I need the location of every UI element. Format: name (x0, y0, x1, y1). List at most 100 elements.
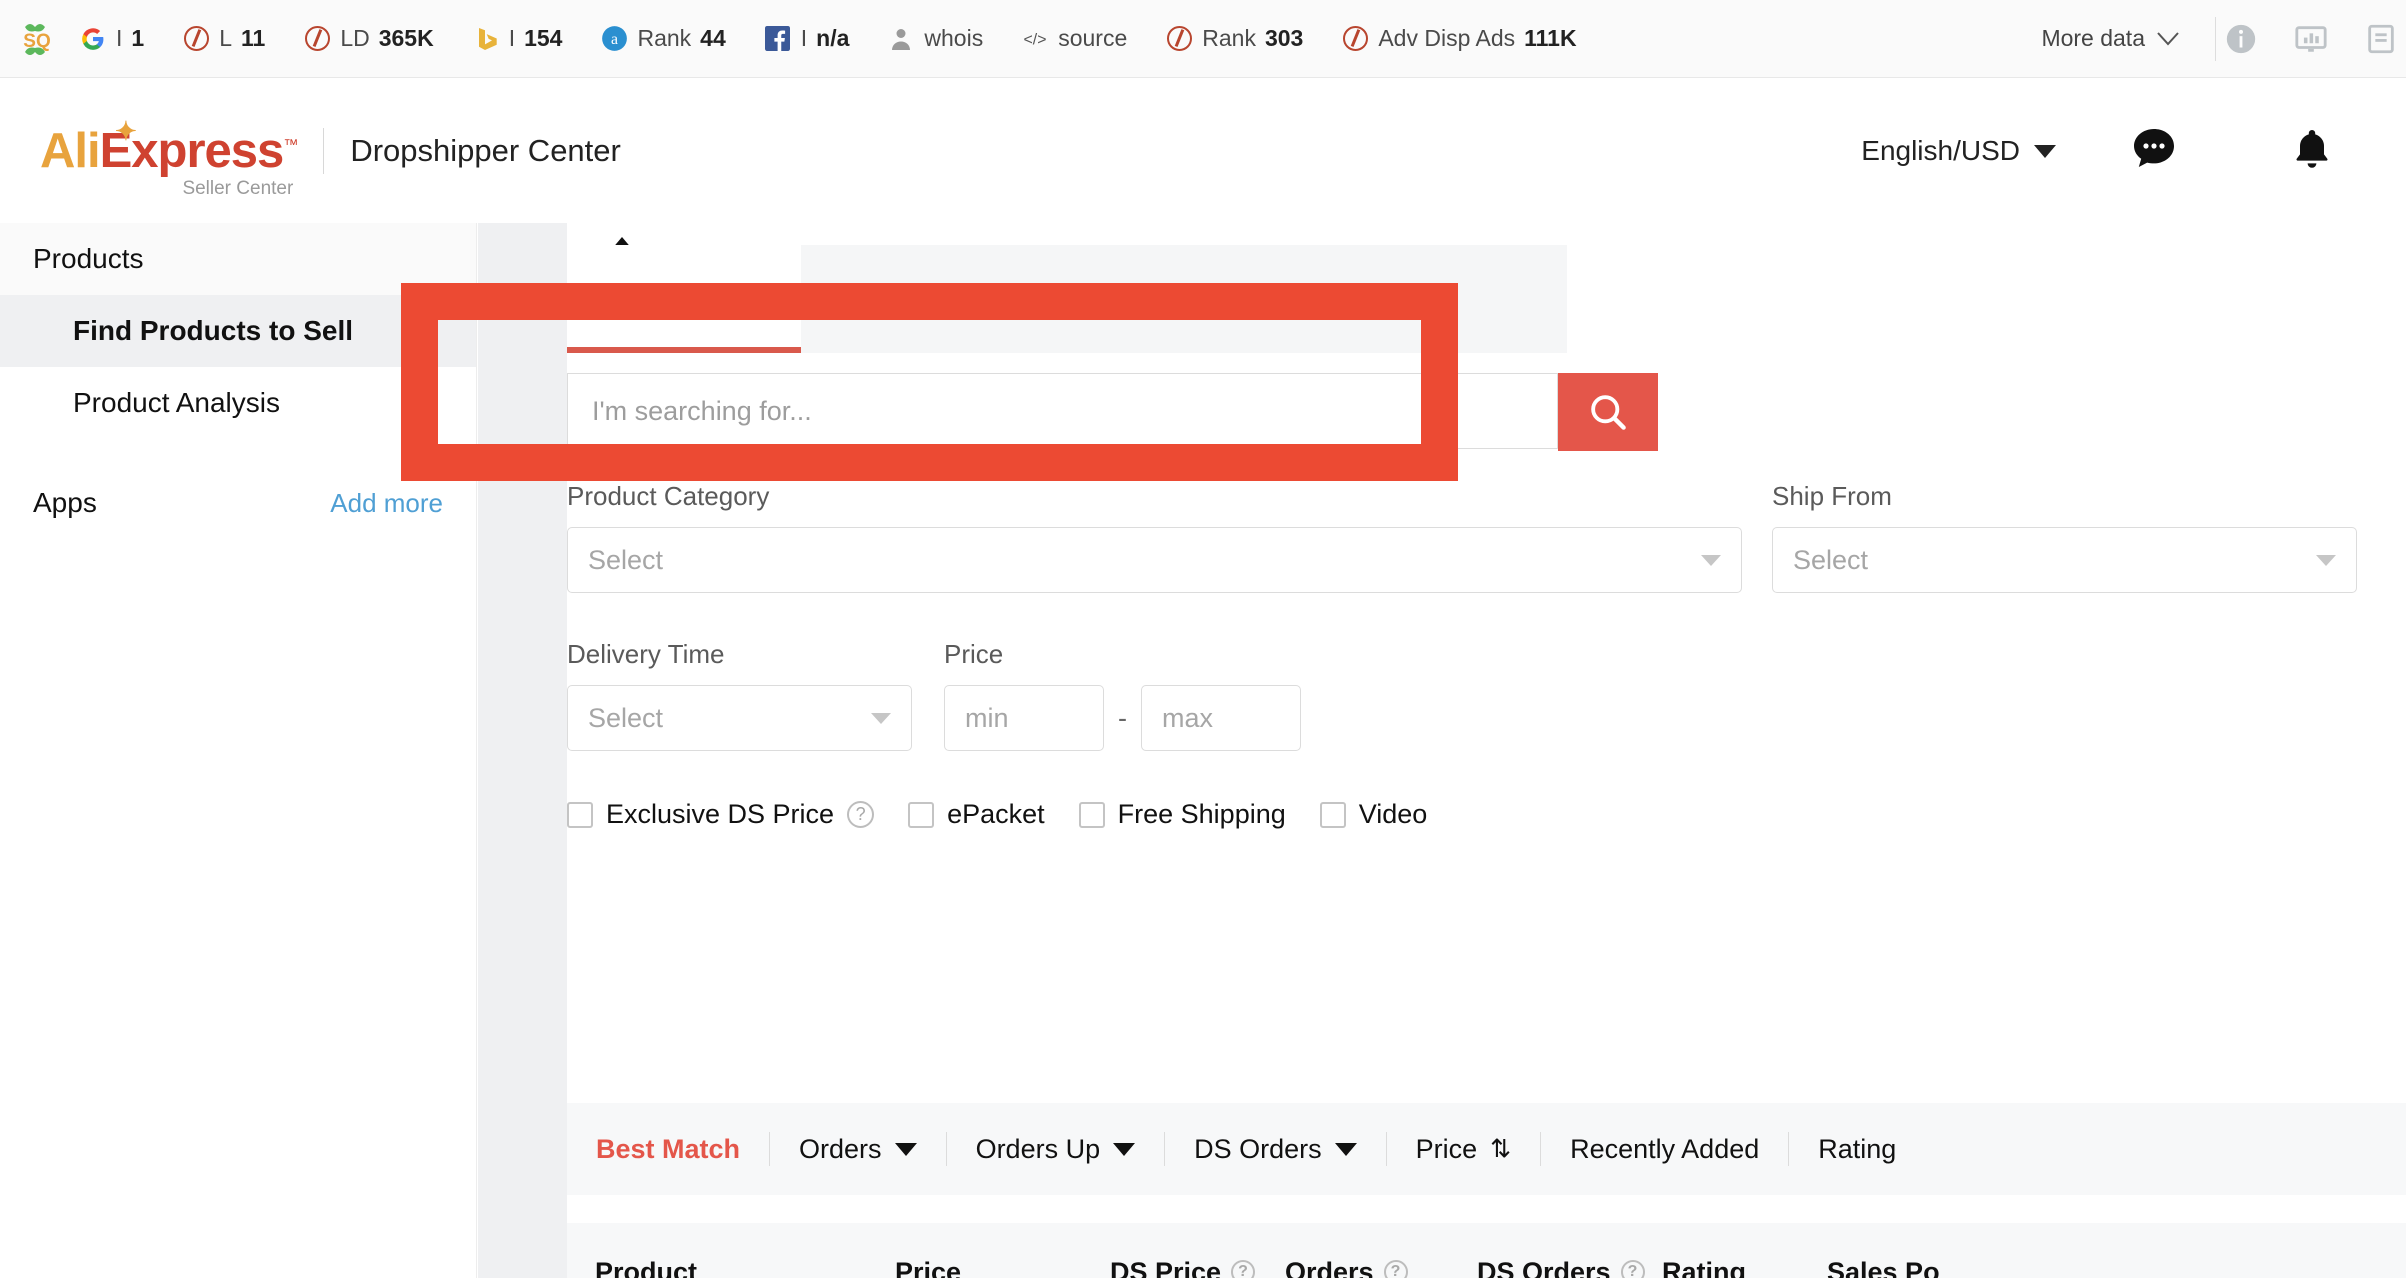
sort-bar: Best Match Orders Orders Up DS Orders Pr… (567, 1103, 2406, 1195)
ship-from-select[interactable]: Select (1772, 527, 2357, 593)
seo-metric-value: 1 (131, 25, 145, 51)
seo-metric-bing[interactable]: I 154 (453, 0, 582, 78)
filter-section: Product Category Select Ship From Select (567, 481, 2357, 830)
whois-person-icon (887, 25, 915, 53)
filter-product-category: Product Category Select (567, 481, 1742, 593)
help-icon[interactable]: ? (1620, 1260, 1645, 1278)
tab-hot-selling[interactable]: Hot Selling (567, 245, 802, 353)
help-icon[interactable]: ? (1231, 1260, 1256, 1278)
delivery-time-select[interactable]: Select (567, 685, 912, 751)
chevron-down-icon (1701, 554, 1721, 566)
sort-label: Best Match (596, 1133, 741, 1164)
seo-metric-google[interactable]: I 1 (60, 0, 163, 78)
circle-slash-icon (1341, 25, 1369, 53)
search-input[interactable] (567, 373, 1558, 449)
sort-rating[interactable]: Rating (1789, 1134, 1925, 1165)
notification-bell-icon[interactable] (2288, 125, 2336, 178)
seo-metric-value: 11 (240, 25, 266, 51)
product-category-select[interactable]: Select (567, 527, 1742, 593)
tab-bar: Hot Selling Search by image Sponsored Pr… (567, 245, 1567, 353)
sort-best-match[interactable]: Best Match (567, 1134, 769, 1165)
help-icon[interactable]: ? (847, 801, 875, 828)
column-header-ds-orders: DS Orders ? (1477, 1257, 1662, 1278)
sort-label: Orders Up (975, 1133, 1101, 1164)
sidebar-navigation: Products Find Products to Sell Product A… (0, 223, 477, 1278)
facebook-icon (764, 25, 792, 53)
circle-slash-icon (1165, 25, 1193, 53)
aliexpress-header: ✦ AliExpress™ Seller Center Dropshipper … (0, 79, 2406, 223)
seo-metric-alexa-rank[interactable]: a Rank 44 (581, 0, 744, 78)
price-min-input[interactable] (944, 685, 1104, 751)
more-data-button[interactable]: More data (2013, 25, 2207, 52)
sidebar-item-product-analysis[interactable]: Product Analysis (0, 367, 476, 439)
seo-metric-label: Rank (637, 25, 692, 51)
chat-bubble-icon[interactable] (2130, 125, 2178, 178)
product-category-value: Select (588, 544, 664, 575)
chevron-down-icon (1113, 1142, 1136, 1156)
circle-slash-icon (182, 25, 210, 53)
checkbox-box[interactable] (567, 801, 593, 828)
sidebar-item-label: Product Analysis (73, 387, 280, 418)
sort-orders[interactable]: Orders (770, 1134, 946, 1165)
sort-label: Rating (1818, 1133, 1897, 1164)
add-more-apps-link[interactable]: Add more (330, 488, 443, 519)
svg-text:</>: </> (1024, 31, 1047, 48)
product-category-label: Product Category (567, 481, 770, 511)
logo-seller-center-text: Seller Center (182, 177, 294, 199)
checkbox-exclusive-ds-price[interactable]: Exclusive DS Price ? (567, 799, 875, 830)
sort-updown-arrows-icon: ⇅ (1490, 1135, 1512, 1163)
sidebar-item-find-products-to-sell[interactable]: Find Products to Sell (0, 295, 476, 367)
sort-price[interactable]: Price ⇅ (1387, 1134, 1540, 1165)
checkbox-epacket[interactable]: ePacket (908, 799, 1045, 830)
filter-delivery-time: Delivery Time Select (567, 639, 912, 751)
language-currency-label: English/USD (1861, 135, 2020, 166)
chevron-down-icon (2034, 144, 2056, 158)
seo-metric-label: whois (924, 25, 984, 51)
logo-ali-text: Ali (40, 123, 101, 178)
seo-metric-value: n/a (816, 25, 850, 51)
header-actions: English/USD (1861, 125, 2406, 178)
info-icon[interactable] (2224, 22, 2258, 56)
seo-metric-label: source (1058, 25, 1128, 51)
help-icon[interactable]: ? (1383, 1260, 1408, 1278)
seo-metric-source[interactable]: </> source (1002, 0, 1146, 78)
seo-metric-ld[interactable]: LD 365K (284, 0, 452, 78)
seo-metric-adv-disp-ads[interactable]: Adv Disp Ads 111K (1322, 0, 1595, 78)
sidebar-apps-section: Apps Add more (0, 467, 476, 539)
aliexpress-logo[interactable]: ✦ AliExpress™ Seller Center (40, 118, 298, 198)
sort-recently-added[interactable]: Recently Added (1541, 1134, 1788, 1165)
checkbox-box[interactable] (1319, 801, 1346, 828)
filter-price-range: Price - (944, 639, 1301, 751)
sort-orders-up[interactable]: Orders Up (947, 1134, 1165, 1165)
checkbox-box[interactable] (908, 801, 935, 828)
seo-metric-whois[interactable]: whois (868, 0, 1002, 78)
tab-sponsored-products[interactable]: Sponsored Products (1099, 245, 1442, 353)
search-button[interactable] (1558, 373, 1658, 451)
tab-search-by-image[interactable]: Search by image (801, 245, 1100, 353)
seo-metric-l[interactable]: L 11 (163, 0, 284, 78)
sidebar-item-label: Find Products to Sell (73, 315, 354, 346)
checkbox-box[interactable] (1078, 801, 1105, 828)
seo-metric-value: 111K (1524, 25, 1577, 51)
sort-ds-orders[interactable]: DS Orders (1165, 1134, 1386, 1165)
header-divider (323, 128, 325, 174)
checkbox-video[interactable]: Video (1319, 799, 1428, 830)
dashboard-icon[interactable] (2294, 22, 2328, 56)
column-header-rating: Rating (1662, 1257, 1827, 1278)
price-range-separator: - (1118, 702, 1127, 733)
column-header-ds-price: DS Price ? (1110, 1257, 1285, 1278)
sidebar-group-products[interactable]: Products (0, 223, 476, 295)
checkbox-label: Video (1358, 799, 1428, 829)
chevron-down-icon (1334, 1142, 1357, 1156)
price-max-input[interactable] (1141, 685, 1301, 751)
page-report-icon[interactable] (2364, 22, 2398, 56)
language-currency-selector[interactable]: English/USD (1861, 135, 2056, 167)
checkbox-free-shipping[interactable]: Free Shipping (1078, 799, 1286, 830)
ship-from-value: Select (1793, 544, 1869, 575)
seo-metric-rank[interactable]: Rank 303 (1146, 0, 1322, 78)
alexa-icon: a (600, 25, 628, 53)
column-label: DS Orders (1477, 1256, 1611, 1278)
seoquake-logo-icon[interactable]: SQ (14, 16, 60, 62)
sort-label: Price (1415, 1133, 1478, 1164)
seo-metric-facebook[interactable]: I n/a (745, 0, 869, 78)
